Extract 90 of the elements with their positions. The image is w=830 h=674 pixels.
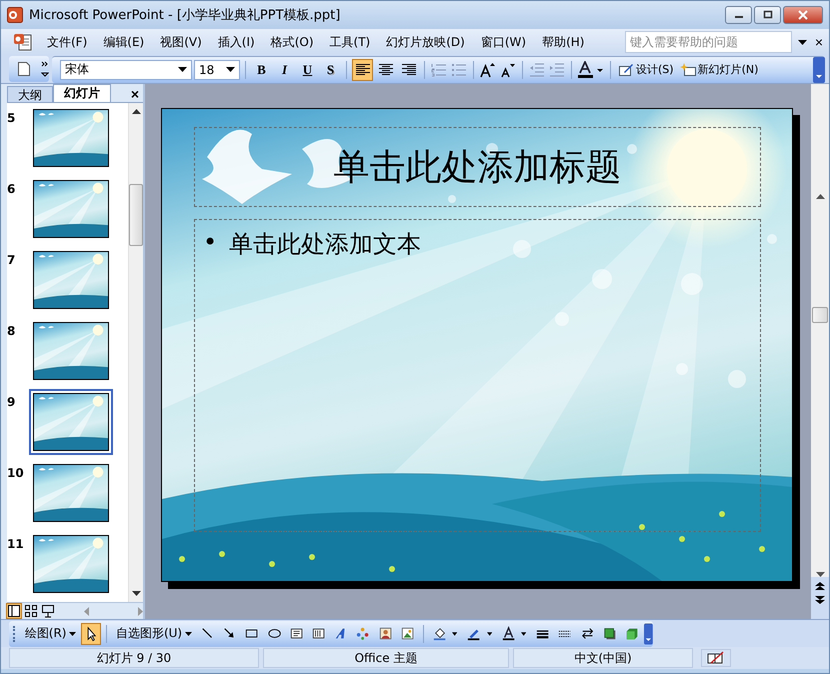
paint-bucket-icon[interactable] <box>432 626 446 642</box>
text-style-button[interactable]: U <box>297 58 318 80</box>
status-cell: 中文(中国) <box>513 648 693 668</box>
minimize-button[interactable] <box>725 6 752 24</box>
slide-number: 11 <box>7 536 25 551</box>
body-text: 单击此处添加文本 <box>229 229 422 260</box>
maximize-icon <box>762 10 772 20</box>
maximize-button[interactable] <box>754 6 781 24</box>
cube-icon[interactable] <box>625 626 638 641</box>
dropdown-arrow-icon[interactable] <box>452 632 458 636</box>
menu-item[interactable]: 窗口(W) <box>472 34 534 50</box>
dropdown-arrow-icon <box>185 632 192 636</box>
window-title: Microsoft PowerPoint - [小学毕业典礼PPT模板.ppt] <box>29 7 342 24</box>
increase-font-icon[interactable] <box>480 62 496 78</box>
text-style-button[interactable]: S <box>320 58 341 80</box>
status-cell: 幻灯片 9 / 30 <box>9 648 259 668</box>
previous-slide-icon[interactable] <box>815 581 825 591</box>
pane-tab[interactable]: 大纲 <box>7 86 53 102</box>
text-box-icon[interactable] <box>290 626 304 641</box>
dropdown-arrow-icon[interactable] <box>798 40 807 44</box>
design-button[interactable]: 设计(S) <box>616 62 676 77</box>
close-document-button[interactable]: × <box>812 34 825 50</box>
drawing-menu[interactable]: 绘图(R) <box>22 625 80 642</box>
dropdown-arrow-icon <box>178 67 187 72</box>
font-dropdown[interactable]: 宋体 <box>60 60 192 80</box>
ellipse-icon[interactable] <box>268 626 281 641</box>
new-slide-button[interactable]: 新幻灯片(N) <box>678 62 760 77</box>
menu-item[interactable]: 工具(T) <box>322 34 378 50</box>
pane-tab[interactable]: 幻灯片 <box>53 84 111 102</box>
new-document-icon[interactable] <box>17 61 31 77</box>
dropdown-arrow-icon <box>69 632 76 636</box>
slide-number: 5 <box>7 110 16 125</box>
close-icon <box>798 10 808 20</box>
slide-number: 10 <box>7 465 25 480</box>
close-pane-button[interactable]: × <box>126 86 143 102</box>
arrows-icon[interactable] <box>580 626 594 641</box>
status-cell: Office 主题 <box>263 648 509 668</box>
slide-number: 9 <box>7 394 16 409</box>
pointer-icon[interactable] <box>82 624 100 644</box>
align-button[interactable] <box>352 58 373 80</box>
scrollbar-thumb[interactable] <box>812 307 828 323</box>
spelling-icon <box>701 649 731 667</box>
bullet: • <box>203 228 218 256</box>
autoshapes-menu[interactable]: 自选图形(U) <box>112 625 196 642</box>
shadow-icon[interactable] <box>602 626 616 641</box>
align-icon <box>356 64 370 76</box>
new-slide-icon <box>680 62 696 76</box>
image-icon[interactable] <box>400 626 414 641</box>
align-icon <box>402 64 416 76</box>
body-placeholder[interactable]: • 单击此处添加文本 <box>194 219 761 532</box>
dropdown-arrow-icon <box>226 67 235 72</box>
text-style-button[interactable]: B <box>251 58 272 80</box>
vertical-text-box-icon[interactable] <box>312 626 326 641</box>
toolbar-options-icon[interactable] <box>41 59 49 79</box>
menu-item[interactable]: 编辑(E) <box>95 34 152 50</box>
next-slide-icon[interactable] <box>815 595 825 605</box>
wordart-icon[interactable] <box>334 626 348 641</box>
font-color-icon[interactable] <box>578 60 604 78</box>
scroll-down-icon[interactable] <box>132 591 140 596</box>
app-icon <box>7 7 23 23</box>
scrollbar-thumb[interactable] <box>129 184 143 246</box>
scroll-up-icon[interactable] <box>816 194 824 199</box>
align-icon <box>378 64 392 76</box>
scroll-up-icon[interactable] <box>132 109 140 114</box>
dropdown-arrow-icon[interactable] <box>486 632 492 636</box>
diagram-icon[interactable] <box>356 626 370 641</box>
text-style-button[interactable]: I <box>274 58 295 80</box>
menu-item[interactable]: 插入(I) <box>210 34 263 50</box>
decrease-font-icon[interactable] <box>500 62 516 78</box>
slideshow-icon[interactable] <box>41 604 55 618</box>
line-icon[interactable] <box>201 626 214 641</box>
menu-item[interactable]: 帮助(H) <box>534 34 592 50</box>
title-placeholder[interactable]: 单击此处添加标题 <box>194 127 761 207</box>
close-button[interactable] <box>783 6 823 24</box>
clip-art-icon[interactable] <box>378 626 392 641</box>
normal-view-icon[interactable] <box>7 604 21 618</box>
menu-item[interactable]: 格式(O) <box>262 34 322 50</box>
document-icon[interactable] <box>13 33 33 51</box>
letter-icon[interactable] <box>502 626 515 642</box>
slide-number: 7 <box>7 252 16 267</box>
dropdown-arrow-icon[interactable] <box>520 632 526 636</box>
help-search-field[interactable]: 键入需要帮助的问题 <box>624 31 792 53</box>
slide-number: 8 <box>7 323 16 338</box>
font-size-dropdown[interactable]: 18 <box>194 60 240 80</box>
grid-view-icon[interactable] <box>24 604 38 618</box>
slide-number: 6 <box>7 181 16 196</box>
pencil-icon <box>618 62 634 76</box>
menu-item[interactable]: 幻灯片放映(D) <box>378 34 473 50</box>
menu-item[interactable]: 视图(V) <box>152 34 210 50</box>
menu-item[interactable]: 文件(F) <box>39 34 96 50</box>
